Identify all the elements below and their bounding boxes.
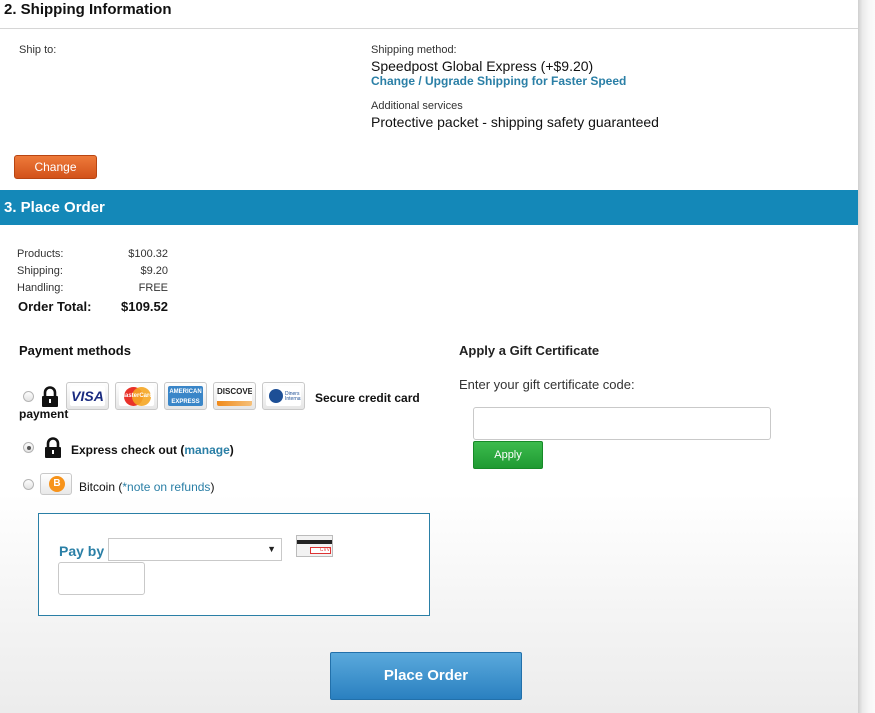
- ship-to-label: Ship to:: [19, 44, 57, 56]
- lock-icon: [42, 386, 58, 407]
- order-total-row: Order Total: $109.52: [17, 299, 177, 316]
- manage-link[interactable]: manage: [184, 443, 229, 457]
- bitcoin-label: Bitcoin (*note on refunds): [79, 480, 214, 494]
- visa-card-icon: VISA: [66, 382, 109, 410]
- additional-services-value: Protective packet - shipping safety guar…: [371, 114, 659, 130]
- order-total-value: $109.52: [121, 299, 168, 314]
- apply-gift-button[interactable]: Apply: [473, 441, 543, 469]
- totals-value: FREE: [138, 282, 168, 294]
- totals-label: Shipping:: [17, 265, 63, 277]
- bitcoin-icon: B: [40, 473, 72, 495]
- totals-row-handling: Handling: FREE: [17, 282, 177, 299]
- gift-certificate-input[interactable]: [473, 407, 771, 440]
- bitcoin-close: ): [210, 480, 215, 494]
- place-order-button[interactable]: Place Order: [330, 652, 522, 700]
- lock-icon: [45, 437, 61, 458]
- order-totals: Products: $100.32 Shipping: $9.20 Handli…: [17, 248, 177, 316]
- checkout-page: 2. Shipping Information Ship to: Shippin…: [0, 0, 858, 713]
- bitcoin-text: Bitcoin (: [79, 480, 123, 494]
- change-shipping-button[interactable]: Change: [14, 155, 97, 179]
- pay-by-label: Pay by: [59, 543, 105, 559]
- chevron-down-icon: ▼: [267, 544, 276, 554]
- discover-card-icon: DISCOVER: [213, 382, 256, 410]
- refund-note-link[interactable]: *note on refunds: [122, 480, 210, 494]
- totals-label: Products:: [17, 248, 64, 260]
- additional-services-label: Additional services: [371, 100, 463, 112]
- amex-card-label: AMERICAN EXPRESS: [168, 386, 203, 406]
- page-scroll-edge: [858, 0, 875, 713]
- pay-by-select[interactable]: ▼: [108, 538, 282, 561]
- shipping-method-value: Speedpost Global Express (+$9.20): [371, 58, 594, 74]
- totals-value: $100.32: [128, 248, 168, 260]
- diners-card-icon: Diners Club International: [262, 382, 305, 410]
- diners-card-label: Diners Club International: [285, 391, 301, 402]
- mastercard-card-icon: MasterCard: [115, 382, 158, 410]
- cvv-card-icon: CVV: [296, 535, 333, 557]
- express-checkout-label: Express check out (manage): [71, 443, 234, 457]
- amex-card-icon: AMERICAN EXPRESS: [164, 382, 207, 410]
- upgrade-shipping-link[interactable]: Change / Upgrade Shipping for Faster Spe…: [371, 74, 626, 88]
- credit-card-radio[interactable]: [23, 391, 34, 402]
- payment-methods-title: Payment methods: [19, 343, 131, 358]
- cvv-label: CVV: [310, 547, 331, 554]
- gift-certificate-prompt: Enter your gift certificate code:: [459, 377, 635, 392]
- express-checkout-close: ): [229, 443, 234, 457]
- gift-certificate-title: Apply a Gift Certificate: [459, 343, 600, 358]
- totals-row-shipping: Shipping: $9.20: [17, 265, 177, 282]
- totals-row-products: Products: $100.32: [17, 248, 177, 265]
- bitcoin-radio[interactable]: [23, 479, 34, 490]
- visa-card-label: VISA: [70, 386, 105, 406]
- order-total-label: Order Total:: [18, 299, 92, 314]
- express-checkout-text: Express check out (: [71, 443, 185, 457]
- totals-value: $9.20: [140, 265, 168, 277]
- place-order-section-header: 3. Place Order: [0, 190, 858, 225]
- mastercard-card-label: MasterCard: [119, 393, 153, 399]
- shipping-method-label: Shipping method:: [371, 44, 457, 56]
- express-checkout-radio[interactable]: [23, 442, 34, 453]
- totals-label: Handling:: [17, 282, 64, 294]
- secure-credit-card-label-cont: payment: [19, 407, 69, 421]
- secure-credit-card-label: Secure credit card: [315, 391, 420, 405]
- shipping-section-header: 2. Shipping Information: [0, 0, 858, 29]
- cvv-input[interactable]: [58, 562, 145, 595]
- discover-card-label: DISCOVER: [217, 387, 252, 396]
